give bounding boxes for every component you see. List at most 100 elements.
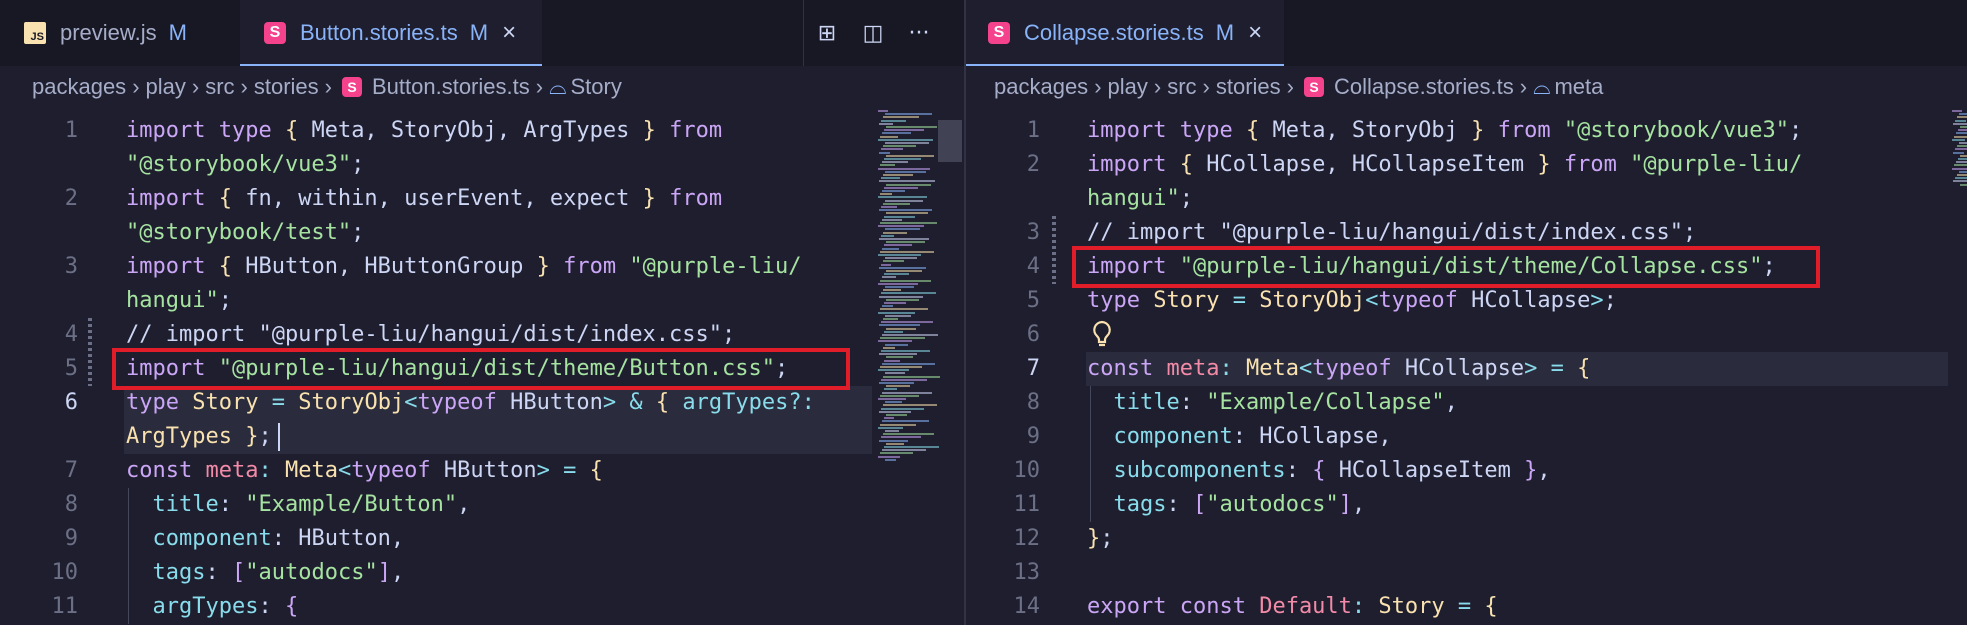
change-gutter-marker[interactable] — [88, 318, 92, 386]
code-token: : — [258, 458, 285, 483]
code-line[interactable]: 8 title: "Example/Collapse", — [966, 386, 1967, 420]
code-token: typeof — [351, 458, 444, 483]
minimap-line — [1953, 122, 1967, 125]
code-line[interactable]: 3 // import "@purple-liu/hangui/dist/inde… — [966, 216, 1967, 250]
minimap-line — [879, 122, 893, 125]
scrollbar[interactable] — [938, 108, 964, 625]
code-line[interactable]: 9 component: HButton, — [0, 522, 964, 556]
code-line[interactable]: hangui"; — [966, 182, 1967, 216]
code-token: { — [284, 118, 312, 143]
minimap-line — [882, 161, 908, 164]
code-line[interactable]: 5 type Story = StoryObj<typeof HCollapse>… — [966, 284, 1967, 318]
code-text: import { HButton, HButtonGroup } from "@… — [126, 250, 802, 284]
minimap-line — [1957, 174, 1967, 176]
line-number: 10 — [51, 560, 79, 585]
minimap-line — [886, 298, 919, 301]
code-line[interactable]: 14 export const Default: Story = { — [966, 590, 1967, 624]
code-line[interactable]: 2 import { fn, within, userEvent, expect … — [0, 182, 964, 216]
code-token: < — [337, 458, 352, 483]
breadcrumb-item[interactable]: src — [1167, 74, 1196, 100]
tab-collapse-stories[interactable]: S Collapse.stories.ts M × — [966, 0, 1284, 66]
code-token: "@storybook/vue3" — [1563, 118, 1790, 143]
minimap-line — [882, 247, 899, 250]
code-line[interactable]: ArgTypes }; — [0, 420, 964, 454]
minimap-line — [1958, 129, 1967, 132]
lightbulb-icon[interactable] — [1090, 318, 1114, 352]
minimap[interactable] — [1952, 108, 1967, 625]
minimap-line — [879, 266, 926, 269]
code-line[interactable]: "@storybook/test"; — [0, 216, 964, 250]
scrollbar-thumb[interactable] — [938, 120, 962, 162]
close-icon[interactable]: × — [1248, 19, 1262, 47]
code-text: component: HCollapse, — [1087, 420, 1391, 454]
code-line[interactable]: 6 — [966, 318, 1967, 352]
tab-button-stories[interactable]: S Button.stories.ts M × — [240, 0, 542, 66]
breadcrumb-item[interactable]: stories — [1216, 74, 1281, 100]
minimap-line — [884, 186, 918, 189]
tab-preview-js[interactable]: JS preview.js M — [0, 0, 240, 66]
change-gutter-marker[interactable] — [1052, 216, 1056, 284]
breadcrumb-item[interactable]: Button.stories.ts — [372, 74, 530, 100]
open-changes-icon[interactable]: ⊞ — [812, 21, 842, 46]
code-line[interactable]: 7 const meta: Meta<typeof HButton> = { — [0, 454, 964, 488]
breadcrumb-item[interactable]: Story — [570, 74, 621, 100]
minimap-line — [879, 295, 923, 298]
code-editor-right[interactable]: 1 import type { Meta, StoryObj } from "@s… — [966, 108, 1967, 625]
code-text: // import "@purple-liu/hangui/dist/index… — [126, 318, 735, 352]
text-cursor — [278, 423, 280, 451]
breadcrumb-item[interactable]: play — [146, 74, 186, 100]
code-line[interactable]: 1 import type { Meta, StoryObj, ArgTypes … — [0, 114, 964, 148]
split-editor-icon[interactable]: ◫ — [858, 21, 888, 46]
code-line[interactable]: 4 // import "@purple-liu/hangui/dist/inde… — [0, 318, 964, 352]
code-text: const meta: Meta<typeof HButton> = { — [126, 454, 603, 488]
minimap-line — [886, 327, 916, 330]
minimap-line — [1954, 164, 1967, 167]
line-number: 5 — [1026, 288, 1040, 313]
code-line[interactable]: "@storybook/vue3"; — [0, 148, 964, 182]
breadcrumb-item[interactable]: play — [1108, 74, 1148, 100]
code-line[interactable]: 6 type Story = StoryObj<typeof HButton> &… — [0, 386, 964, 420]
code-line[interactable]: 9 component: HCollapse, — [966, 420, 1967, 454]
code-line[interactable]: 12}; — [966, 522, 1967, 556]
code-text: export const Default: Story = { — [1087, 590, 1498, 624]
line-number: 12 — [1013, 526, 1041, 551]
code-line[interactable]: 7 const meta: Meta<typeof HCollapse> = { — [966, 352, 1967, 386]
line-number: 8 — [64, 492, 78, 517]
code-token: import — [1087, 118, 1180, 143]
code-token: ; — [218, 288, 232, 313]
code-token: ] — [377, 560, 391, 585]
line-number: 3 — [1026, 220, 1040, 245]
minimap-line — [1960, 126, 1967, 128]
minimap-line — [884, 302, 906, 304]
breadcrumb-item[interactable]: packages — [32, 74, 126, 100]
more-actions-icon[interactable]: ··· — [904, 21, 934, 46]
breadcrumb-item[interactable]: Collapse.stories.ts — [1334, 74, 1514, 100]
code-line[interactable]: hangui"; — [0, 284, 964, 318]
code-line[interactable]: 1 import type { Meta, StoryObj } from "@s… — [966, 114, 1967, 148]
minimap-line — [879, 324, 920, 327]
code-editor-left[interactable]: 1 import type { Meta, StoryObj, ArgTypes … — [0, 108, 964, 625]
breadcrumb-item[interactable]: stories — [254, 74, 319, 100]
code-line[interactable]: 8 title: "Example/Button", — [0, 488, 964, 522]
code-line[interactable]: 10 tags: ["autodocs"], — [0, 556, 964, 590]
minimap-line — [881, 436, 921, 439]
code-line[interactable]: 11 argTypes: { — [0, 590, 964, 624]
code-line[interactable]: 11 tags: ["autodocs"], — [966, 488, 1967, 522]
code-line[interactable]: 2 import { HCollapse, HCollapseItem } fro… — [966, 148, 1967, 182]
code-line[interactable]: 10 subcomponents: { HCollapseItem }, — [966, 454, 1967, 488]
minimap-line — [879, 382, 914, 384]
minimap-line — [885, 343, 908, 346]
code-line[interactable]: 3 import { HButton, HButtonGroup } from "… — [0, 250, 964, 284]
minimap-line — [885, 458, 896, 461]
code-token: tags — [126, 560, 206, 585]
minimap-line — [880, 164, 895, 167]
breadcrumb-item[interactable]: meta — [1554, 74, 1603, 100]
storybook-file-icon: S — [988, 22, 1010, 44]
breadcrumb-item[interactable]: packages — [994, 74, 1088, 100]
code-line[interactable]: 13 — [966, 556, 1967, 590]
code-token: = — [271, 390, 299, 415]
breadcrumb-item[interactable]: src — [205, 74, 234, 100]
minimap[interactable] — [878, 108, 948, 625]
close-icon[interactable]: × — [502, 19, 516, 47]
minimap-line — [884, 359, 900, 362]
